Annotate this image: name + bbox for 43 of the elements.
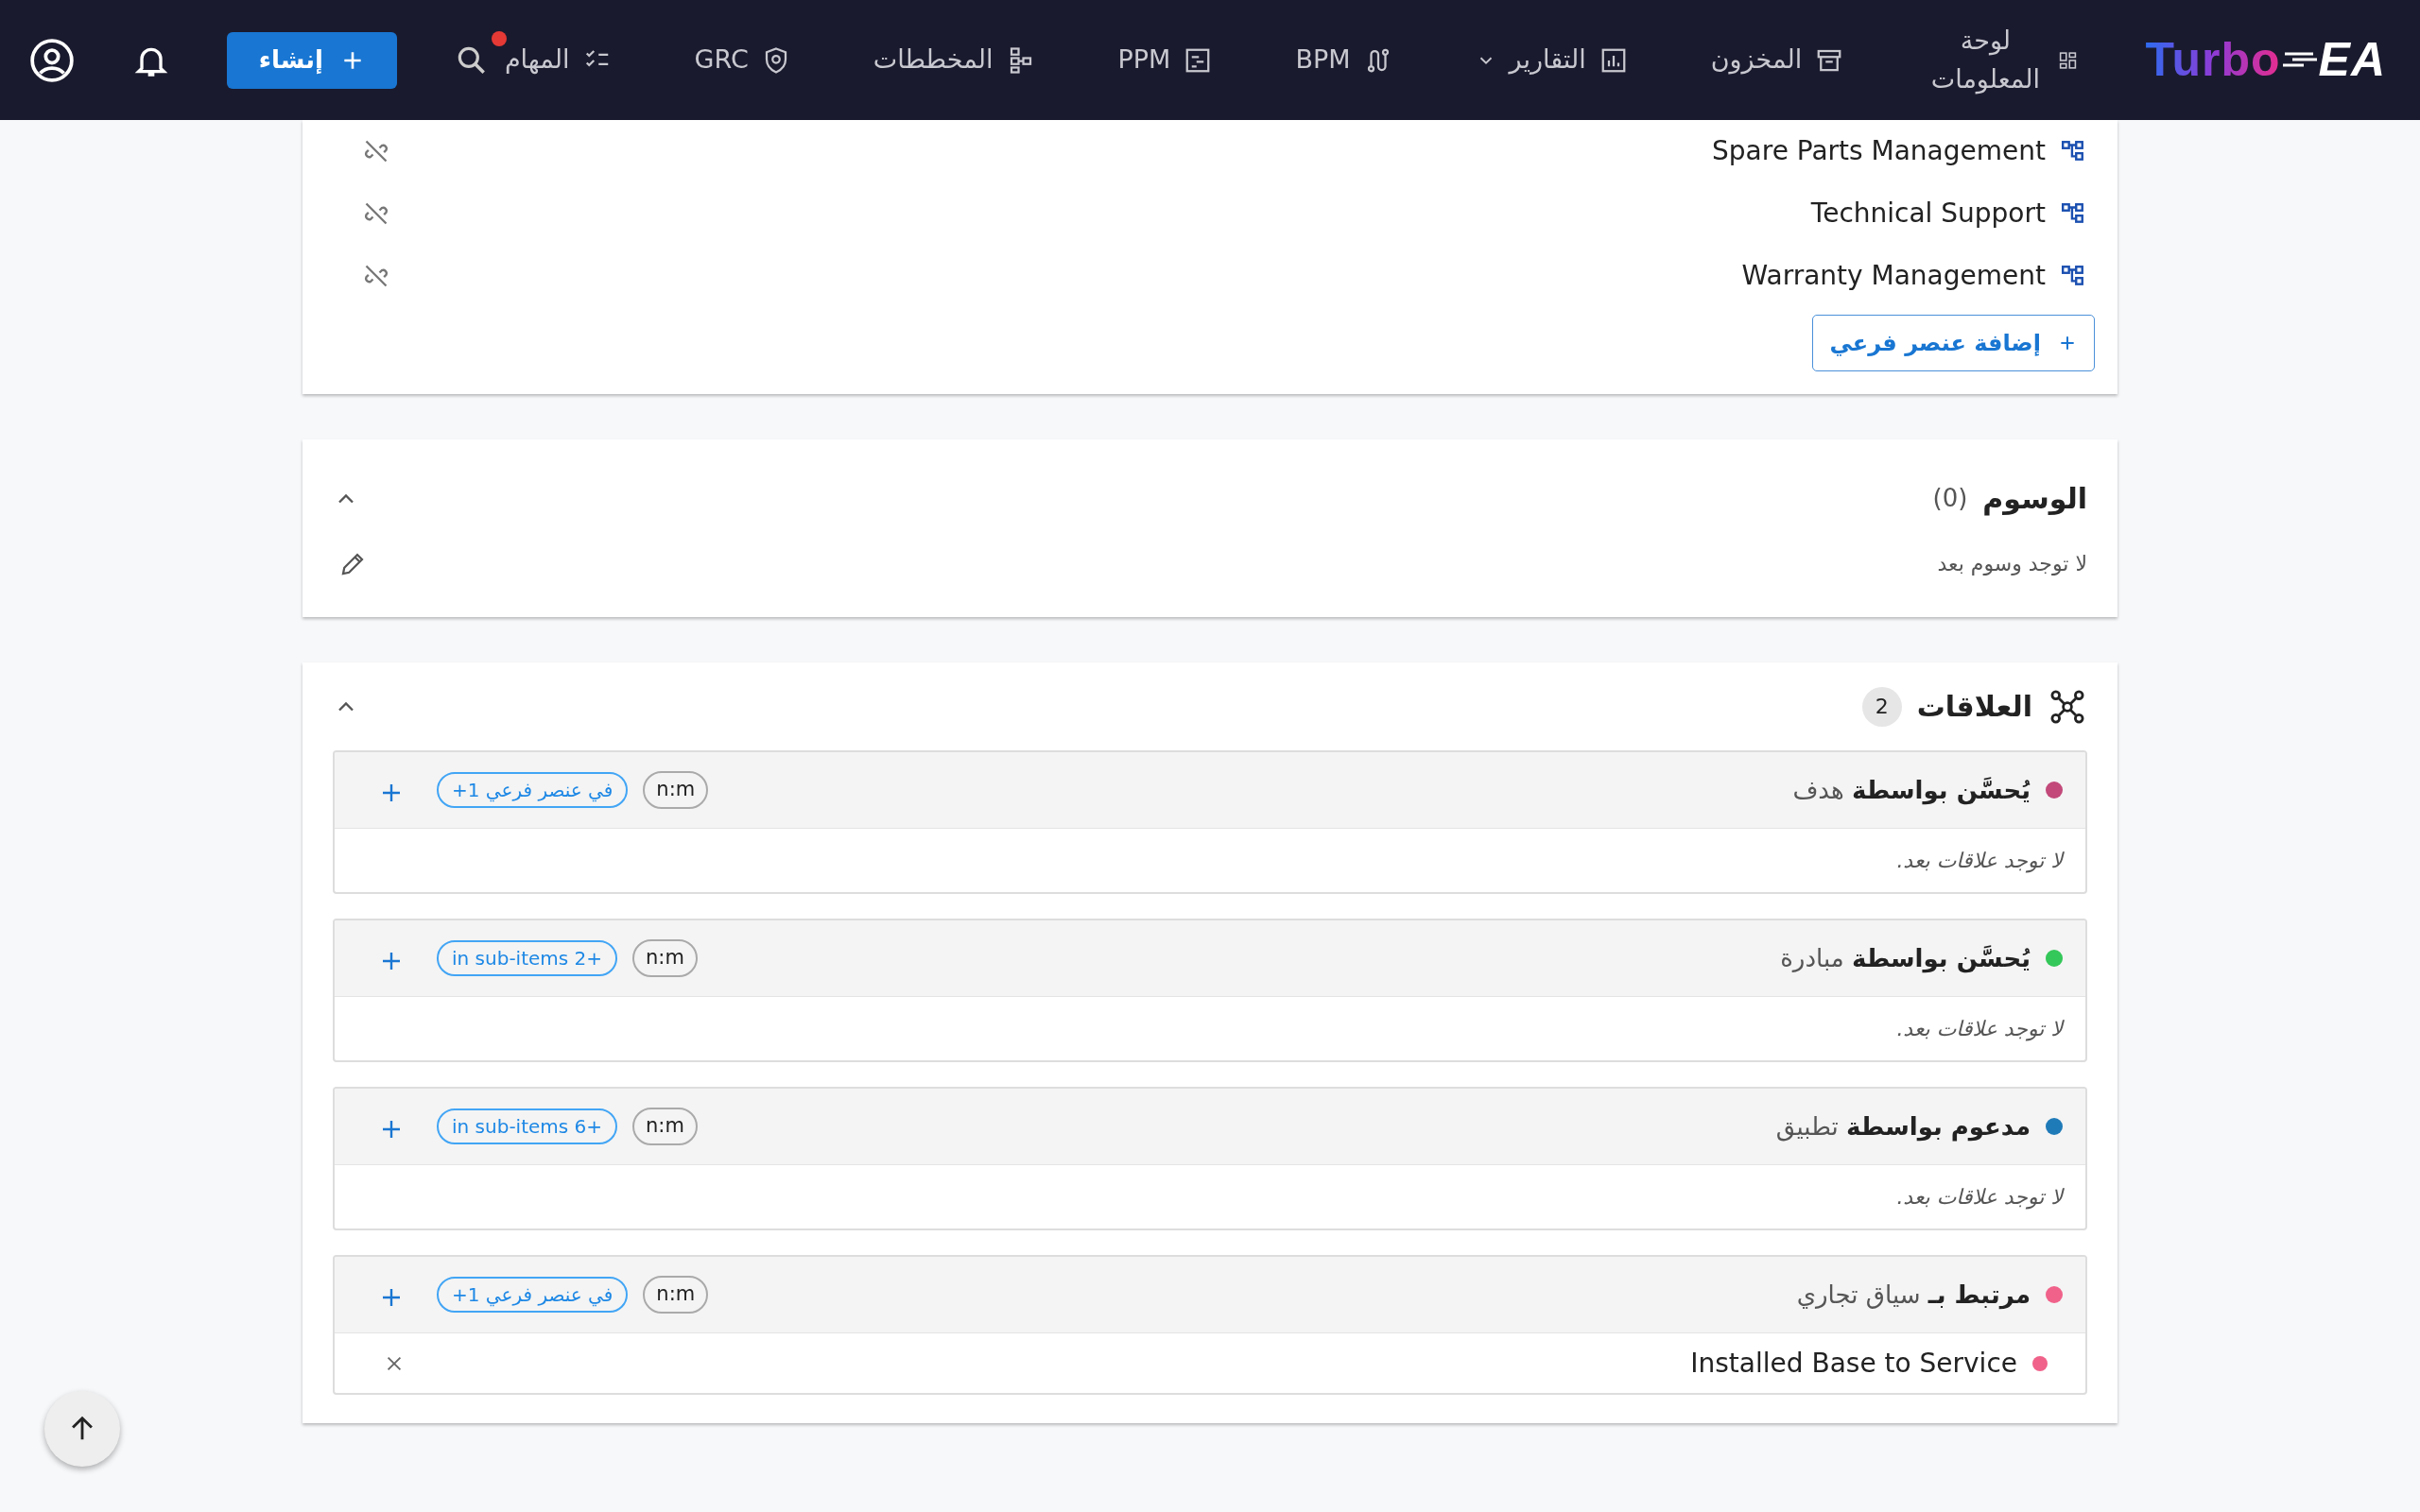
- relation-title: يُحسَّن بواسطة مبادرة: [1780, 942, 2031, 975]
- child-item-link[interactable]: Spare Parts Management: [1712, 131, 2046, 171]
- section-title: الوسوم: [1982, 481, 2087, 518]
- subitems-tag: in sub-items 6+: [437, 1108, 618, 1144]
- add-child-button[interactable]: إضافة عنصر فرعي: [1811, 315, 2095, 371]
- nav-item[interactable]: لوحة المعلومات: [1911, 9, 2093, 112]
- cardinality-tag: n:m: [632, 939, 698, 977]
- hierarchy-icon: [2061, 139, 2085, 163]
- unlink-icon[interactable]: [363, 200, 389, 227]
- create-button[interactable]: إنشاء: [226, 31, 397, 89]
- subitems-tag: in sub-items 2+: [437, 940, 618, 976]
- nav-item[interactable]: التقارير: [1460, 27, 1643, 93]
- empty-message: لا توجد علاقات بعد.: [1896, 848, 2063, 875]
- nav-item[interactable]: GRC: [679, 27, 805, 93]
- cardinality-tag: n:m: [632, 1108, 698, 1145]
- nav-item[interactable]: PPM: [1102, 27, 1228, 93]
- child-item-link[interactable]: Technical Support: [1810, 194, 2046, 233]
- cardinality-tag: n:m: [643, 771, 709, 809]
- account-button[interactable]: [27, 36, 76, 84]
- hierarchy-icon: [2061, 264, 2085, 288]
- relation-title: يُحسَّن بواسطة هدف: [1792, 774, 2031, 807]
- hierarchy-icon: [2061, 201, 2085, 226]
- scroll-top-button[interactable]: [44, 1391, 120, 1467]
- tag-count: (0): [1932, 483, 1968, 514]
- unlink-icon[interactable]: [363, 263, 389, 289]
- child-item-link[interactable]: Warranty Management: [1741, 256, 2046, 296]
- plus-icon: [2058, 334, 2077, 352]
- related-item-link[interactable]: Installed Base to Service: [1690, 1343, 2017, 1383]
- nav-item[interactable]: المخزون: [1695, 27, 1859, 93]
- unlink-icon[interactable]: [363, 138, 389, 164]
- empty-message: لا توجد وسوم بعد: [1937, 551, 2087, 577]
- relation-title: مرتبط بـ سياق تجاري: [1796, 1279, 2031, 1312]
- nav-item[interactable]: المهام: [489, 27, 627, 93]
- count-badge: 2: [1861, 686, 1902, 727]
- section-title: العلاقات: [1916, 689, 2032, 725]
- nav-item[interactable]: المخططات: [857, 27, 1050, 93]
- empty-message: لا توجد علاقات بعد.: [1896, 1016, 2063, 1043]
- subitems-tag: +1 في عنصر فرعي: [437, 1277, 629, 1313]
- relation-title: مدعوم بواسطة تطبيق: [1775, 1110, 2031, 1143]
- empty-message: لا توجد علاقات بعد.: [1896, 1184, 2063, 1211]
- cardinality-tag: n:m: [643, 1276, 709, 1314]
- nav-item[interactable]: BPM: [1280, 27, 1408, 93]
- subitems-tag: +1 في عنصر فرعي: [437, 772, 629, 808]
